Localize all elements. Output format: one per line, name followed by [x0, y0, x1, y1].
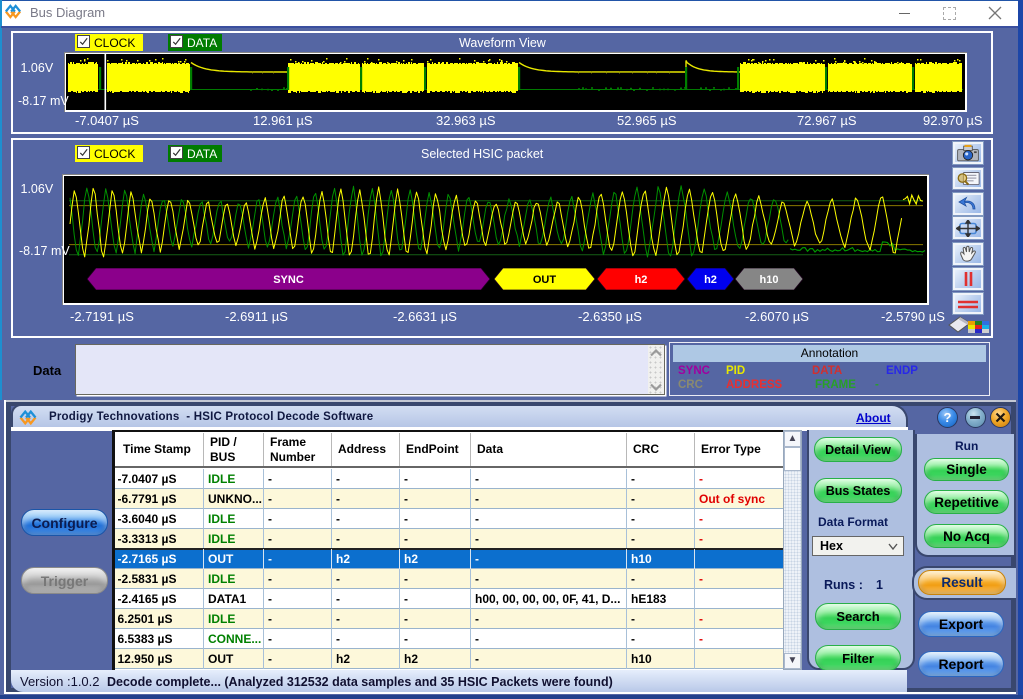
svg-text:h2: h2 — [635, 274, 648, 286]
svg-text:h10: h10 — [760, 274, 779, 286]
svg-text:OUT: OUT — [533, 274, 557, 286]
svg-text:SYNC: SYNC — [273, 274, 304, 286]
svg-text:h2: h2 — [704, 274, 717, 286]
